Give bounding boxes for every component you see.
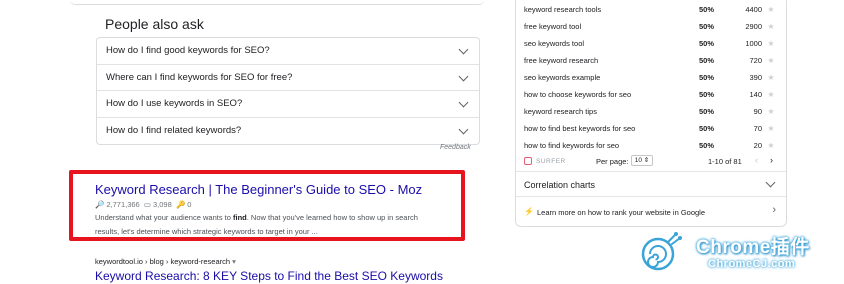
keyword-volume: 20 (753, 141, 762, 150)
surfer-label: SURFER (536, 157, 566, 165)
paa-question[interactable]: How do I find related keywords? (97, 118, 479, 145)
per-page-select[interactable]: 10 ⇕ (631, 155, 653, 166)
keyword-row[interactable]: keyword research tools 50% 4400 ★ (524, 1, 780, 18)
watermark-domain: ChromeCJ.com (708, 258, 796, 270)
keyword-percent: 50% (699, 124, 715, 133)
stat-value: 2,771,366 (106, 200, 140, 209)
chevron-down-icon (765, 177, 776, 188)
keyword-row[interactable]: seo keywords example 50% 390 ★ (524, 69, 780, 86)
paa-list: How do I find good keywords for SEO? Whe… (96, 37, 480, 145)
chevron-left-icon[interactable]: ‹ (755, 155, 758, 165)
keyword-percent: 50% (699, 107, 715, 116)
search-volume-icon: 🔎 (95, 200, 105, 209)
watermark-title: Chrome插件 (696, 237, 810, 258)
keyword-text: how to choose keywords for seo (524, 90, 632, 99)
keyword-text: free keyword research (524, 56, 599, 65)
result-seo-stats: 🔎 2,771,366 ▭ 3,098 🔑 0 (95, 200, 191, 209)
paa-question-label: How do I find good keywords for SEO? (106, 45, 270, 57)
star-icon[interactable]: ★ (762, 141, 780, 150)
keyword-text: how to find best keywords for seo (524, 124, 636, 133)
paa-question[interactable]: Where can I find keywords for SEO for fr… (97, 65, 479, 91)
star-icon[interactable]: ★ (762, 124, 780, 133)
result-snippet: Understand what your audience wants to f… (95, 213, 418, 222)
key-icon: 🔑 (175, 200, 186, 209)
snail-logo-icon (641, 232, 682, 271)
keyword-volume: 1000 (745, 39, 762, 48)
keyword-volume: 140 (749, 90, 762, 99)
star-icon[interactable]: ★ (762, 107, 780, 116)
star-icon[interactable]: ★ (762, 5, 780, 14)
star-icon[interactable]: ★ (762, 39, 780, 48)
keyword-text: free keyword tool (524, 22, 582, 31)
keyword-volume: 70 (753, 124, 762, 133)
chevron-right-icon: › (772, 204, 776, 216)
paa-question-label: How do I use keywords in SEO? (106, 98, 243, 110)
keyword-percent: 50% (699, 22, 715, 31)
keyword-text: seo keywords tool (524, 39, 585, 48)
keyword-percent: 50% (699, 39, 715, 48)
keyword-volume: 2900 (745, 22, 762, 31)
chevron-down-icon (458, 44, 469, 55)
result-title-link[interactable]: Keyword Research | The Beginner's Guide … (95, 182, 422, 197)
chevron-down-icon (458, 97, 469, 108)
page-range: 1-10 of 81 (708, 157, 742, 166)
chevron-down-icon (458, 124, 469, 134)
paa-question[interactable]: How do I find good keywords for SEO? (97, 38, 479, 65)
star-icon[interactable]: ★ (762, 22, 780, 31)
star-icon[interactable]: ★ (762, 56, 780, 65)
keyword-row[interactable]: keyword research tips 50% 90 ★ (524, 103, 780, 120)
keyword-row[interactable]: seo keywords tool 50% 1000 ★ (524, 35, 780, 52)
keyword-percent: 50% (699, 90, 715, 99)
paa-question[interactable]: How do I use keywords in SEO? (97, 91, 479, 118)
stat-value: 3,098 (152, 200, 172, 209)
people-also-ask: People also ask How do I find good keywo… (96, 10, 480, 145)
keyword-table: keyword research tools 50% 4400 ★ free keywo… (524, 1, 780, 154)
correlation-charts-toggle[interactable]: Correlation charts (516, 173, 786, 197)
result-breadcrumb[interactable]: keywordtool.io › blog › keyword-research… (95, 257, 236, 266)
keyword-text: seo keywords example (524, 73, 601, 82)
result-title-link[interactable]: Keyword Research: 8 KEY Steps to Find th… (95, 269, 443, 283)
correlation-charts-label: Correlation charts (524, 180, 596, 190)
keyword-volume: 720 (749, 56, 762, 65)
stat-value: 0 (187, 200, 192, 209)
feedback-link[interactable]: Feedback (440, 144, 471, 151)
keyword-row[interactable]: how to find best keywords for seo 50% 70 ★ (524, 120, 780, 137)
paa-question-label: How do I find related keywords? (106, 125, 242, 137)
surfer-brand: SURFER (524, 157, 566, 165)
learn-more-link[interactable]: ⚡ Learn more on how to rank your website… (516, 198, 786, 226)
keyword-row[interactable]: free keyword research 50% 720 ★ (524, 52, 780, 69)
keyword-percent: 50% (699, 56, 715, 65)
surfer-logo-icon (524, 157, 532, 165)
keyword-volume: 90 (753, 107, 762, 116)
chevron-down-icon (458, 71, 469, 81)
star-icon[interactable]: ★ (762, 90, 780, 99)
learn-more-label: Learn more on how to rank your website i… (537, 208, 706, 217)
words-icon: ▭ (143, 200, 151, 209)
per-page-label: Per page: (596, 157, 629, 166)
pagination-bar: SURFER Per page: 10 ⇕ 1-10 of 81 ‹ › (516, 152, 786, 172)
keyword-text: keyword research tools (524, 5, 602, 14)
keyword-volume: 390 (749, 73, 762, 82)
previous-result-card-edge (70, 0, 484, 5)
lightning-icon: ⚡ (524, 207, 534, 216)
keyword-row[interactable]: how to choose keywords for seo 50% 140 ★ (524, 86, 780, 103)
keyword-volume: 4400 (745, 5, 762, 14)
chevron-right-icon[interactable]: › (770, 155, 773, 165)
more-options-icon: ▾ (232, 257, 236, 266)
paa-title: People also ask (105, 16, 204, 32)
watermark: Chrome插件 ChromeCJ.com (638, 226, 828, 274)
result-snippet-line2: results, let's determine which strategic… (95, 227, 318, 236)
paa-question-label: Where can I find keywords for SEO for fr… (106, 71, 293, 83)
keyword-percent: 50% (699, 73, 715, 82)
keywords-sidebar-panel: keyword research tools 50% 4400 ★ free keywo… (515, 0, 787, 227)
keyword-percent: 50% (699, 5, 715, 14)
keyword-percent: 50% (699, 141, 715, 150)
keyword-row[interactable]: free keyword tool 50% 2900 ★ (524, 18, 780, 35)
keyword-text: how to find keywords for seo (524, 141, 620, 150)
star-icon[interactable]: ★ (762, 73, 780, 82)
keyword-text: keyword research tips (524, 107, 597, 116)
